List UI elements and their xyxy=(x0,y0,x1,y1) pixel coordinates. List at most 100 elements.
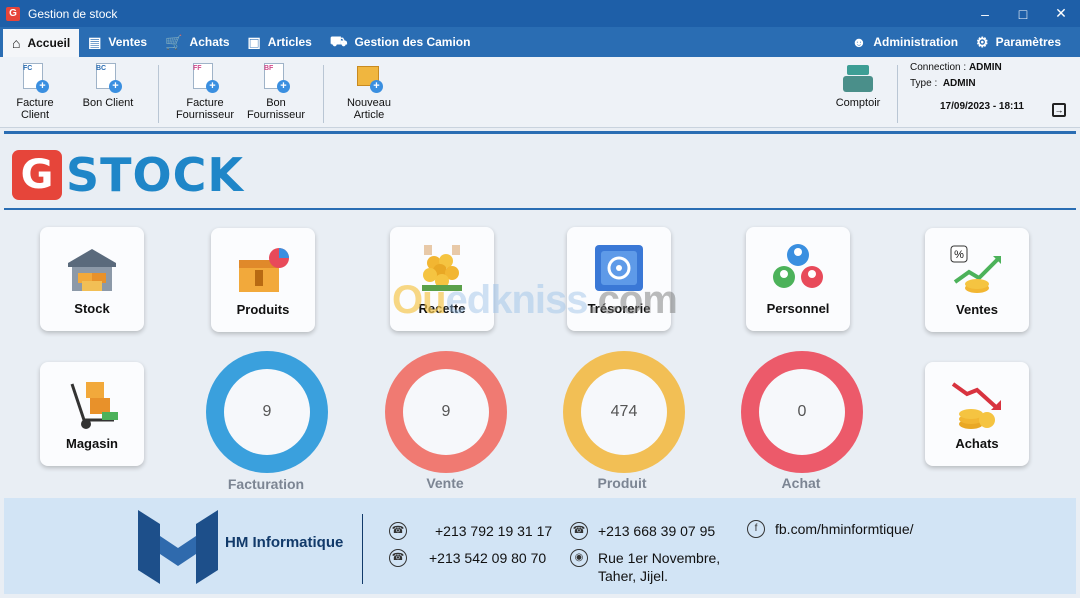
type-info: Type : ADMIN xyxy=(910,78,976,89)
menu-administration-label: Administration xyxy=(873,35,959,49)
address-line-2: Taher, Jijel. xyxy=(598,568,669,584)
home-icon: ⌂ xyxy=(12,35,21,51)
facebook-icon: f xyxy=(747,520,765,538)
warehouse-icon xyxy=(68,249,116,291)
facture-fournisseur-button[interactable]: FF + Facture Fournisseur xyxy=(170,61,240,125)
tile-produits-label: Produits xyxy=(236,302,290,317)
bon-fournisseur-label-2: Fournisseur xyxy=(246,109,306,121)
phone-1-text: +213 792 19 31 17 xyxy=(435,523,553,539)
logo-text: STOCK xyxy=(66,148,245,202)
hand-truck-icon xyxy=(70,382,118,429)
phone-2-text: +213 542 09 80 70 xyxy=(429,550,547,566)
tile-ventes[interactable]: % Ventes xyxy=(925,228,1029,332)
supplier-invoice-doc-icon: FF + xyxy=(190,61,220,93)
logout-icon[interactable]: → xyxy=(1052,103,1066,117)
phone-icon: ☎ xyxy=(389,522,407,540)
sales-growth-icon: % xyxy=(950,245,1001,293)
phone-3: ☎ +213 668 39 07 95 xyxy=(570,522,715,540)
menu-administration[interactable]: ☻ Administration xyxy=(843,27,967,57)
tile-achats-label: Achats xyxy=(955,436,999,451)
bon-client-label: Bon Client xyxy=(82,97,134,109)
datetime: 17/09/2023 - 18:11 xyxy=(940,101,1024,112)
stat-vente-label: Vente xyxy=(426,475,464,491)
facture-client-label-2: Client xyxy=(20,109,50,121)
facebook-text: fb.com/hminformtique/ xyxy=(775,521,914,537)
toolbar: FC + Facture Client BC + Bon Client FF + Fa… xyxy=(0,57,1080,128)
comptoir-button[interactable]: Comptoir xyxy=(823,61,893,125)
facture-fournisseur-label-1: Facture xyxy=(186,97,224,109)
gear-icon: ⚙ xyxy=(976,33,989,50)
gstock-logo: G STOCK xyxy=(12,148,244,202)
menu-achats-label: Achats xyxy=(189,35,230,49)
title-bar: G Gestion de stock – □ ✕ xyxy=(0,0,1080,27)
tile-personnel-label: Personnel xyxy=(766,301,830,316)
hm-informatique-logo xyxy=(138,510,218,584)
footer-divider xyxy=(362,514,363,584)
box-icon: ▣ xyxy=(247,33,261,50)
truck-icon: ⛟ xyxy=(329,32,348,49)
menu-parametres[interactable]: ⚙ Paramètres xyxy=(967,27,1070,57)
stat-produit-label: Produit xyxy=(597,475,647,491)
connection-info: Connection : ADMIN xyxy=(910,62,1002,73)
stat-vente-value: 9 xyxy=(403,369,489,455)
bon-client-button[interactable]: BC + Bon Client xyxy=(73,61,143,125)
tile-achats[interactable]: Achats xyxy=(925,362,1029,466)
register-icon: ▤ xyxy=(88,33,102,50)
menu-ventes[interactable]: ▤ Ventes xyxy=(79,27,156,57)
tile-magasin[interactable]: Magasin xyxy=(40,362,144,466)
stat-produit-ring: 474 xyxy=(563,351,685,473)
tile-stock[interactable]: Stock xyxy=(40,227,144,331)
menu-accueil-label: Accueil xyxy=(27,36,71,50)
facture-client-button[interactable]: FC + Facture Client xyxy=(0,61,70,125)
new-article-box-icon: + xyxy=(354,61,384,93)
minimize-button[interactable]: – xyxy=(966,0,1004,27)
stat-facturation-ring: 9 xyxy=(206,351,328,473)
tile-personnel[interactable]: Personnel xyxy=(746,227,850,331)
stat-facturation-label: Facturation xyxy=(227,476,305,492)
phone-2: ☎ +213 542 09 80 70 xyxy=(389,549,546,567)
menu-articles[interactable]: ▣ Articles xyxy=(239,27,321,57)
address: ◉ Rue 1er Novembre, Taher, Jijel. xyxy=(570,549,720,585)
globe-icon: ◉ xyxy=(570,549,588,567)
menu-gestion-camion-label: Gestion des Camion xyxy=(354,35,471,49)
menu-achats[interactable]: 🛒 Achats xyxy=(156,27,238,57)
connection-value: ADMIN xyxy=(968,62,1002,73)
company-name: HM Informatique xyxy=(225,534,344,551)
window-title: Gestion de stock xyxy=(28,6,118,21)
toolbar-divider xyxy=(158,65,159,123)
phone-1: ☎ +213 792 19 31 17 xyxy=(389,522,552,540)
tile-produits[interactable]: Produits xyxy=(211,228,315,332)
type-label: Type : xyxy=(910,78,938,89)
connection-label: Connection : xyxy=(910,62,967,73)
voucher-doc-icon: BC + xyxy=(93,61,123,93)
watermark: Ouedkniss.com xyxy=(392,278,678,322)
phone-icon: ☎ xyxy=(570,522,588,540)
cart-icon: 🛒 xyxy=(165,33,183,50)
invoice-doc-icon: FC + xyxy=(20,61,50,93)
product-box-icon xyxy=(239,248,289,292)
stat-produit-value: 474 xyxy=(581,369,667,455)
toolbar-divider xyxy=(323,65,324,123)
close-button[interactable]: ✕ xyxy=(1042,0,1080,27)
nouveau-article-button[interactable]: + Nouveau Article xyxy=(334,61,404,125)
toolbar-divider xyxy=(897,65,898,123)
menu-accueil[interactable]: ⌂ Accueil xyxy=(3,29,80,57)
cash-register-icon xyxy=(843,61,873,93)
menu-gestion-camion[interactable]: ⛟ Gestion des Camion xyxy=(321,27,480,57)
purchase-decline-icon xyxy=(951,382,1001,429)
app-icon: G xyxy=(6,6,20,21)
stat-vente-ring: 9 xyxy=(385,351,507,473)
stat-facturation-value: 9 xyxy=(224,369,310,455)
type-value: ADMIN xyxy=(942,78,976,89)
svg-text:%: % xyxy=(954,249,964,261)
bon-fournisseur-button[interactable]: BF + Bon Fournisseur xyxy=(241,61,311,125)
menu-ventes-label: Ventes xyxy=(108,35,148,49)
comptoir-label: Comptoir xyxy=(835,97,881,109)
bon-fournisseur-label-1: Bon xyxy=(266,97,286,109)
facture-client-label-1: Facture xyxy=(16,97,54,109)
header-rule xyxy=(4,131,1076,134)
phone-icon: ☎ xyxy=(389,549,407,567)
menu-parametres-label: Paramètres xyxy=(995,35,1061,49)
facebook-link[interactable]: f fb.com/hminformtique/ xyxy=(747,520,914,538)
maximize-button[interactable]: □ xyxy=(1004,0,1042,27)
